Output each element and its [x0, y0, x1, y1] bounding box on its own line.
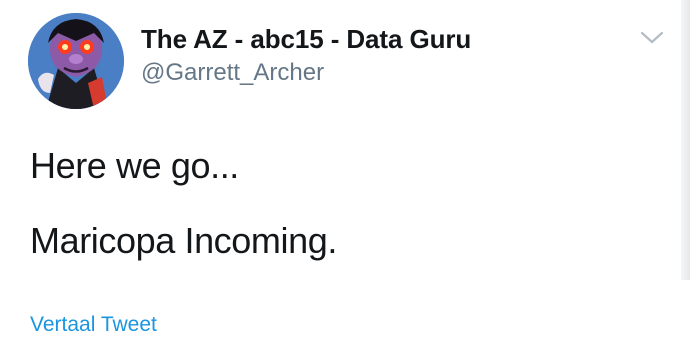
- author-avatar[interactable]: [28, 13, 124, 109]
- chevron-down-icon: [640, 31, 664, 44]
- translate-tweet-link[interactable]: Vertaal Tweet: [30, 313, 157, 337]
- scrollbar-edge: [681, 0, 690, 280]
- tweet-menu-button[interactable]: [637, 27, 667, 49]
- tweet-text-line: Maricopa Incoming.: [30, 220, 337, 261]
- tweet-text-line: Here we go...: [30, 145, 239, 186]
- author-display-name[interactable]: The AZ - abc15 - Data Guru: [141, 24, 471, 55]
- author-handle[interactable]: @Garrett_Archer: [141, 59, 324, 87]
- count-von-count-avatar-icon: [28, 13, 124, 109]
- tweet-card: The AZ - abc15 - Data Guru @Garrett_Arch…: [0, 0, 690, 349]
